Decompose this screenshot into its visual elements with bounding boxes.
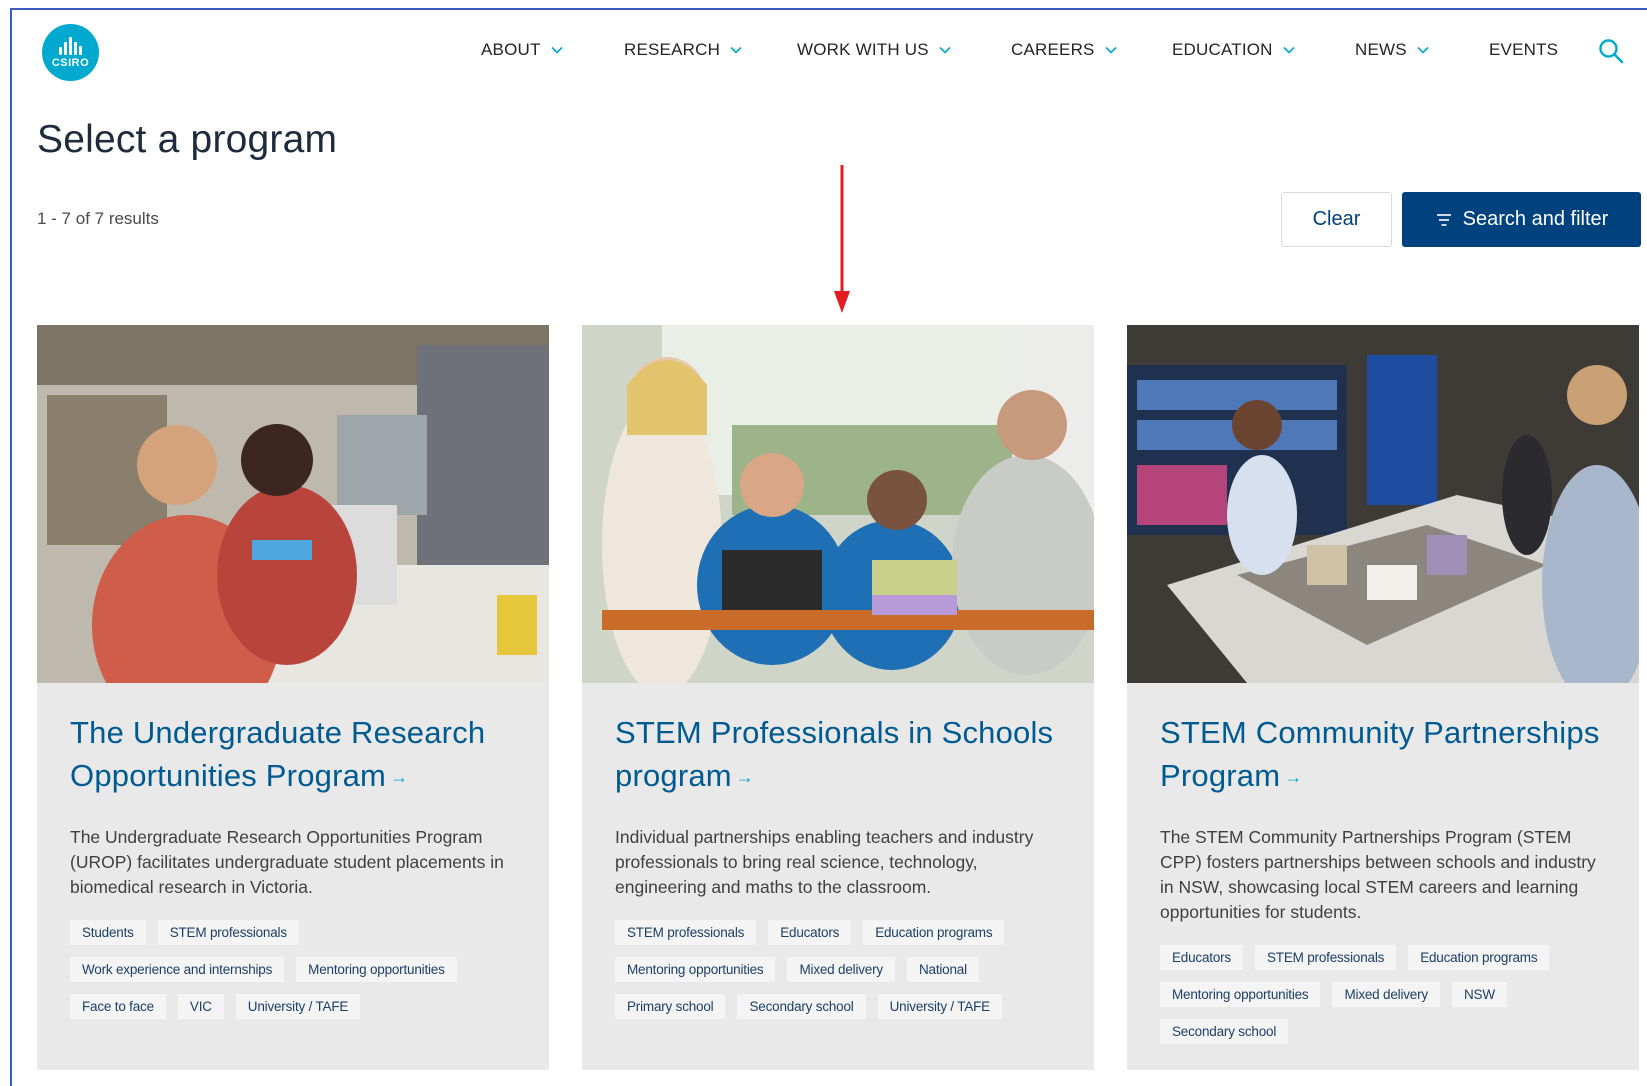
card-description: The Undergraduate Research Opportunities… bbox=[70, 827, 504, 898]
tag-list: STEM professionals Educators Education p… bbox=[615, 920, 1061, 1020]
nav-item-news[interactable]: NEWS bbox=[1355, 40, 1429, 60]
nav-item-work-with-us[interactable]: WORK WITH US bbox=[797, 40, 951, 60]
nav-item-careers[interactable]: CAREERS bbox=[1011, 40, 1117, 60]
program-card[interactable]: STEM Professionals in Schools program → I… bbox=[582, 325, 1094, 1070]
tag[interactable]: Secondary school bbox=[737, 994, 866, 1020]
card-title[interactable]: STEM Community Partnerships Program → bbox=[1160, 711, 1606, 799]
tag[interactable]: Mentoring opportunities bbox=[296, 957, 457, 983]
tag[interactable]: Secondary school bbox=[1160, 1019, 1289, 1045]
tag[interactable]: Educators bbox=[1160, 945, 1243, 971]
chevron-down-icon bbox=[730, 46, 742, 54]
chevron-down-icon bbox=[550, 46, 563, 54]
nav-label: EDUCATION bbox=[1172, 40, 1273, 59]
tag-list: Educators STEM professionals Education p… bbox=[1160, 945, 1606, 1045]
arrow-right-icon: → bbox=[390, 767, 409, 788]
nav-label: NEWS bbox=[1355, 40, 1407, 59]
tag[interactable]: Mixed delivery bbox=[787, 957, 895, 983]
card-photo bbox=[582, 325, 1094, 683]
tag[interactable]: NSW bbox=[1451, 982, 1507, 1008]
card-photo bbox=[37, 325, 549, 683]
annotation-arrow-icon bbox=[834, 165, 850, 313]
tag[interactable]: STEM professionals bbox=[1254, 945, 1397, 971]
tag[interactable]: STEM professionals bbox=[615, 920, 757, 946]
tag[interactable]: Students bbox=[70, 920, 146, 946]
search-and-filter-button[interactable]: Search and filter bbox=[1402, 192, 1641, 247]
tag[interactable]: Education programs bbox=[863, 920, 1005, 946]
tag[interactable]: Mentoring opportunities bbox=[615, 957, 776, 983]
card-title[interactable]: The Undergraduate Research Opportunities… bbox=[70, 711, 516, 799]
results-count: 1 - 7 of 7 results bbox=[37, 209, 159, 228]
tag[interactable]: Mentoring opportunities bbox=[1160, 982, 1321, 1008]
clear-button[interactable]: Clear bbox=[1281, 192, 1392, 247]
tag[interactable]: University / TAFE bbox=[235, 994, 361, 1020]
chevron-down-icon bbox=[1283, 46, 1295, 54]
chevron-down-icon bbox=[1105, 46, 1117, 54]
arrow-right-icon: → bbox=[735, 767, 755, 788]
nav-item-events[interactable]: EVENTS bbox=[1489, 40, 1558, 60]
nav-label: RESEARCH bbox=[624, 40, 721, 59]
nav-item-education[interactable]: EDUCATION bbox=[1172, 40, 1295, 60]
tag[interactable]: Work experience and internships bbox=[70, 957, 285, 983]
nav-item-research[interactable]: RESEARCH bbox=[624, 40, 742, 60]
tag[interactable]: Education programs bbox=[1408, 945, 1550, 971]
nav-item-about[interactable]: ABOUT bbox=[481, 40, 563, 60]
card-photo bbox=[1127, 325, 1639, 683]
card-title-text: STEM Professionals in Schools program bbox=[615, 715, 1054, 793]
tag[interactable]: STEM professionals bbox=[157, 920, 299, 946]
nav-label: EVENTS bbox=[1489, 40, 1559, 59]
chevron-down-icon bbox=[1417, 46, 1429, 54]
tag[interactable]: Primary school bbox=[615, 994, 726, 1020]
tag[interactable]: Mixed delivery bbox=[1332, 982, 1440, 1008]
arrow-right-icon: → bbox=[1284, 767, 1303, 788]
filter-label: Search and filter bbox=[1462, 208, 1609, 230]
tag[interactable]: VIC bbox=[177, 994, 224, 1020]
nav-label: WORK WITH US bbox=[797, 40, 929, 59]
card-title[interactable]: STEM Professionals in Schools program → bbox=[615, 711, 1061, 799]
search-icon[interactable] bbox=[1598, 38, 1624, 64]
tag[interactable]: Educators bbox=[768, 920, 852, 946]
chevron-down-icon bbox=[939, 46, 951, 54]
tag[interactable]: National bbox=[906, 957, 979, 983]
main-nav: ABOUT RESEARCH WORK WITH US CAREERS EDUC… bbox=[0, 40, 1647, 64]
tag[interactable]: Face to face bbox=[70, 994, 166, 1020]
card-title-text: STEM Community Partnerships Program bbox=[1160, 715, 1600, 793]
program-card[interactable]: The Undergraduate Research Opportunities… bbox=[37, 325, 549, 1070]
filter-icon bbox=[1436, 213, 1451, 226]
tag[interactable]: University / TAFE bbox=[877, 994, 1002, 1020]
page-title: Select a program bbox=[37, 118, 338, 161]
nav-label: ABOUT bbox=[481, 40, 541, 59]
card-description: The STEM Community Partnerships Program … bbox=[1160, 827, 1596, 923]
card-title-text: The Undergraduate Research Opportunities… bbox=[70, 715, 486, 793]
card-description: Individual partnerships enabling teacher… bbox=[615, 827, 1034, 898]
tag-list: Students STEM professionals Work experie… bbox=[70, 920, 516, 1020]
program-card[interactable]: STEM Community Partnerships Program → The… bbox=[1127, 325, 1639, 1070]
nav-label: CAREERS bbox=[1011, 40, 1095, 59]
